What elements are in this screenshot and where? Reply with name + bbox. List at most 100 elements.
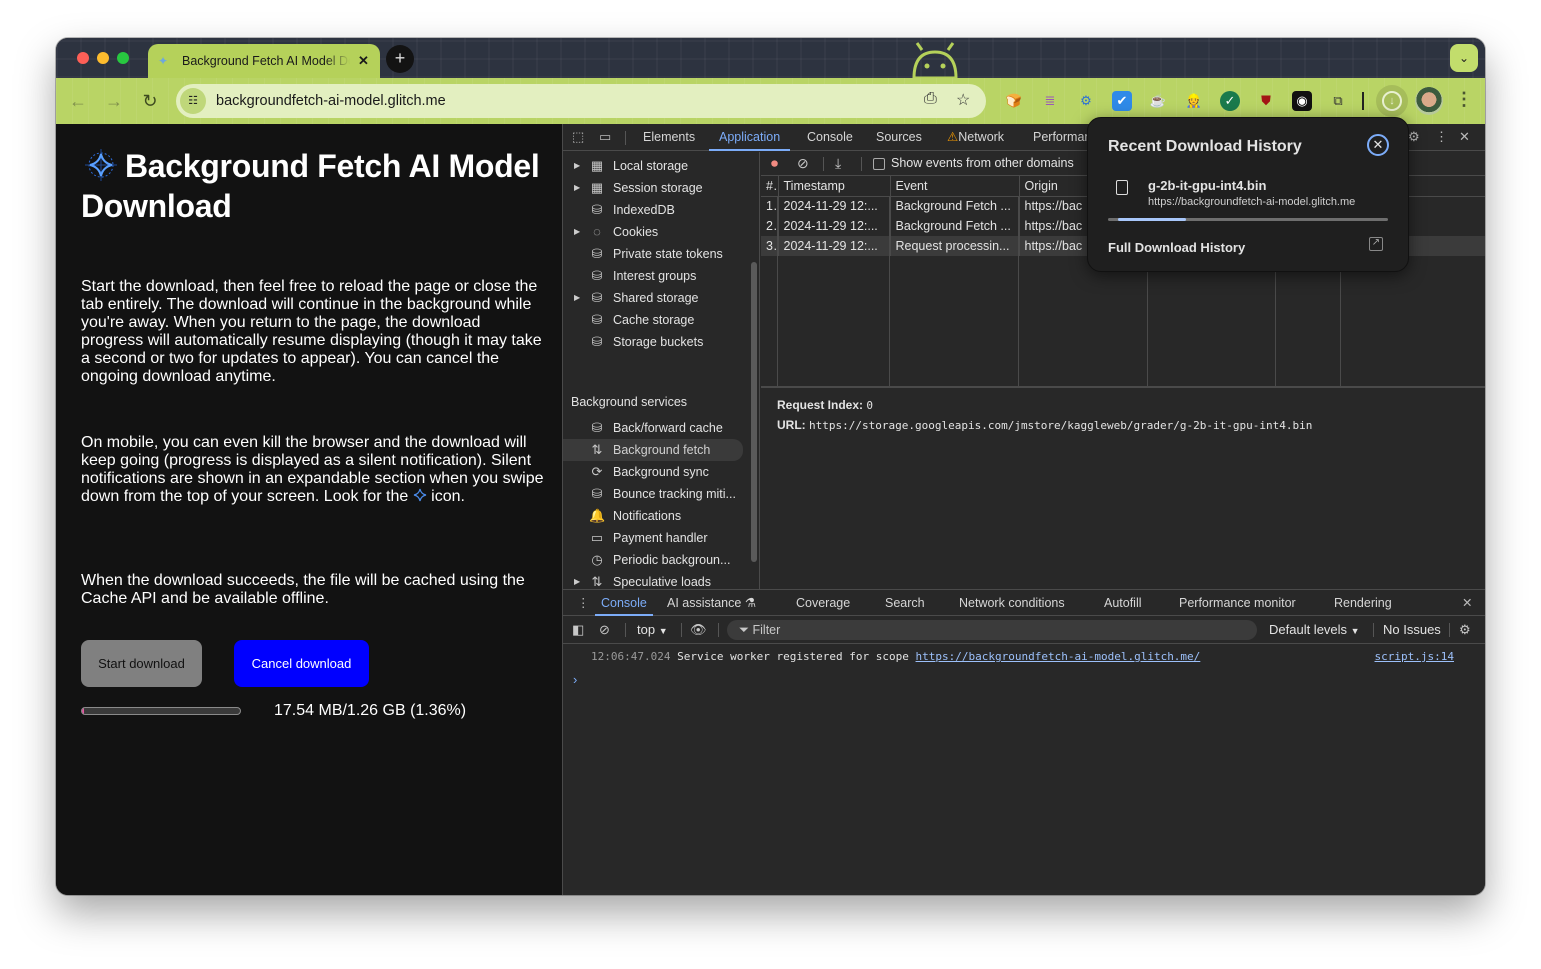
sidebar-item-payment-handler[interactable]: ▭ Payment handler: [563, 527, 743, 549]
sidebar-item-background-sync[interactable]: ⟳ Background sync: [563, 461, 743, 483]
close-window-button[interactable]: [77, 52, 89, 64]
live-expression-eye-icon[interactable]: 👁: [690, 622, 707, 638]
show-other-domains-checkbox[interactable]: [873, 158, 885, 170]
log-levels-dropdown[interactable]: Default levels ▼: [1269, 622, 1360, 637]
scope-link[interactable]: https://backgroundfetch-ai-model.glitch.…: [916, 650, 1201, 663]
devtools-tab-performance[interactable]: Performance: [1023, 124, 1093, 151]
url-text[interactable]: backgroundfetch-ai-model.glitch.me: [216, 93, 446, 109]
expand-arrow-icon[interactable]: ▶: [574, 155, 580, 177]
sidebar-item-speculative-loads[interactable]: ▶ ⇅ Speculative loads: [563, 571, 743, 589]
tab-close-icon[interactable]: ✕: [358, 53, 369, 69]
devtools-tab-application[interactable]: Application: [709, 124, 791, 151]
sidebar-item-back-forward-cache[interactable]: ⛁ Back/forward cache: [563, 417, 743, 439]
cancel-download-button[interactable]: Cancel download: [234, 640, 369, 687]
back-arrow-icon[interactable]: ←: [66, 89, 90, 113]
minimize-window-button[interactable]: [97, 52, 109, 64]
save-download-icon[interactable]: ⤓: [835, 155, 841, 172]
site-info-tune-icon[interactable]: ☷: [180, 88, 206, 114]
sidebar-item-periodic-backgroun[interactable]: ◷ Periodic backgroun...: [563, 549, 743, 571]
forward-arrow-icon[interactable]: →: [102, 89, 126, 113]
close-devtools-icon[interactable]: ✕: [1459, 129, 1470, 145]
open-external-icon[interactable]: ↗: [1369, 237, 1383, 251]
drawer-tab-performance-monitor[interactable]: Performance monitor: [1173, 590, 1302, 616]
context-selector[interactable]: top ▼: [637, 622, 668, 637]
downloads-button[interactable]: ↓: [1376, 85, 1408, 117]
console-filter-input[interactable]: ⏷ Filter: [727, 620, 1257, 640]
install-app-icon[interactable]: ⎙: [924, 90, 937, 108]
sidebar-item-storage-buckets[interactable]: ⛁ Storage buckets: [563, 331, 743, 353]
drawer-tab-ai-assistance[interactable]: AI assistance ⚗: [661, 590, 762, 616]
expand-arrow-icon[interactable]: ▶: [574, 287, 580, 309]
expand-arrow-icon[interactable]: ▶: [574, 221, 580, 243]
column-header[interactable]: Timestamp: [778, 176, 891, 197]
extension-verified-icon[interactable]: ✓: [1220, 91, 1240, 111]
issues-counter[interactable]: No Issues: [1383, 622, 1441, 637]
new-tab-button[interactable]: +: [386, 45, 414, 73]
column-header[interactable]: #: [761, 176, 779, 197]
reload-icon[interactable]: ↻: [138, 89, 162, 113]
drawer-tab-search[interactable]: Search: [879, 590, 931, 616]
expand-arrow-icon[interactable]: ▶: [574, 571, 580, 589]
sidebar-toggle-icon[interactable]: ◧: [572, 622, 584, 638]
address-bar[interactable]: ☷ backgroundfetch-ai-model.glitch.me ⎙ ☆: [176, 84, 986, 118]
full-download-history-link[interactable]: Full Download History: [1108, 240, 1245, 255]
sidebar-item-interest-groups[interactable]: ⛁ Interest groups: [563, 265, 743, 287]
sidebar-item-cookies[interactable]: ▶ ◌ Cookies: [563, 221, 743, 243]
devtools-menu-icon[interactable]: ⋮: [1435, 129, 1448, 145]
close-drawer-icon[interactable]: ✕: [1456, 590, 1478, 616]
drawer-tab-console[interactable]: Console: [595, 590, 653, 616]
popup-close-icon[interactable]: ✕: [1367, 134, 1389, 156]
sidebar-item-cache-storage[interactable]: ⛁ Cache storage: [563, 309, 743, 331]
extension-code-icon[interactable]: ⚙: [1076, 91, 1096, 111]
expand-arrow-icon[interactable]: ▶: [574, 177, 580, 199]
sidebar-item-bounce-tracking-miti[interactable]: ⛁ Bounce tracking miti...: [563, 483, 743, 505]
download-progress-indeterminate: [1108, 218, 1388, 221]
download-file-name[interactable]: g-2b-it-gpu-int4.bin: [1148, 178, 1266, 193]
zoom-window-button[interactable]: [117, 52, 129, 64]
sidebar-item-background-fetch[interactable]: ⇅ Background fetch: [563, 439, 743, 461]
database-icon: ⛁: [591, 246, 603, 261]
record-stop-icon[interactable]: ⏺: [771, 155, 778, 172]
extension-layers-icon[interactable]: ≣: [1040, 91, 1060, 111]
message-source-link[interactable]: script.js:14: [1375, 650, 1454, 663]
clear-icon[interactable]: ⊘: [797, 155, 809, 172]
console-settings-gear-icon[interactable]: ⚙: [1459, 622, 1471, 638]
bookmark-star-icon[interactable]: ☆: [956, 90, 970, 110]
column-header[interactable]: Event: [890, 176, 1020, 197]
extension-sourdough-icon[interactable]: 🍞: [1004, 91, 1024, 111]
drawer-tab-coverage[interactable]: Coverage: [790, 590, 856, 616]
sidebar-item-notifications[interactable]: 🔔 Notifications: [563, 505, 743, 527]
devtools-tab-console[interactable]: Console: [797, 124, 863, 151]
drawer-menu-icon[interactable]: ⋮: [571, 590, 596, 616]
sidebar-item-local-storage[interactable]: ▶ ▦ Local storage: [563, 155, 743, 177]
browser-menu-icon[interactable]: ⋮: [1455, 89, 1473, 110]
profile-avatar[interactable]: [1415, 87, 1443, 115]
devtools-tab-network[interactable]: ⚠Network: [937, 124, 1014, 151]
device-toolbar-icon[interactable]: ▭: [599, 129, 611, 145]
tab-search-chevron-icon[interactable]: ⌄: [1450, 44, 1478, 72]
extension-check-icon[interactable]: ✔: [1112, 91, 1132, 111]
settings-gear-icon[interactable]: ⚙: [1408, 129, 1420, 145]
devtools-tab-elements[interactable]: Elements: [633, 124, 705, 151]
clear-console-icon[interactable]: ⊘: [599, 622, 610, 638]
extension-shield-block-icon[interactable]: ⛊: [1256, 91, 1276, 111]
extension-glasses-icon[interactable]: ◉: [1292, 91, 1312, 111]
extension-worker-icon[interactable]: 👷: [1184, 91, 1204, 111]
browser-tab-active[interactable]: ✦ Background Fetch AI Model Download ✕: [148, 44, 380, 78]
devtools-tab-sources[interactable]: Sources: [866, 124, 932, 151]
sidebar-item-indexeddb[interactable]: ⛁ IndexedDB: [563, 199, 743, 221]
sidebar-item-shared-storage[interactable]: ▶ ⛁ Shared storage: [563, 287, 743, 309]
sidebar-item-session-storage[interactable]: ▶ ▦ Session storage: [563, 177, 743, 199]
console-prompt[interactable]: ›: [573, 672, 577, 687]
drawer-tab-network-conditions[interactable]: Network conditions: [953, 590, 1071, 616]
toolbar-divider: [1449, 623, 1450, 637]
inspect-element-icon[interactable]: ⬚: [572, 129, 584, 145]
drawer-tab-autofill[interactable]: Autofill: [1098, 590, 1148, 616]
start-download-button[interactable]: Start download: [81, 640, 202, 687]
sidebar-scrollbar[interactable]: [751, 262, 757, 562]
sidebar-item-private-state-tokens[interactable]: ⛁ Private state tokens: [563, 243, 743, 265]
extensions-puzzle-icon[interactable]: ⧉: [1328, 91, 1348, 111]
drawer-tab-rendering[interactable]: Rendering: [1328, 590, 1398, 616]
extension-coffee-icon[interactable]: ☕: [1148, 91, 1168, 111]
sidebar-item-label: Shared storage: [613, 291, 699, 305]
